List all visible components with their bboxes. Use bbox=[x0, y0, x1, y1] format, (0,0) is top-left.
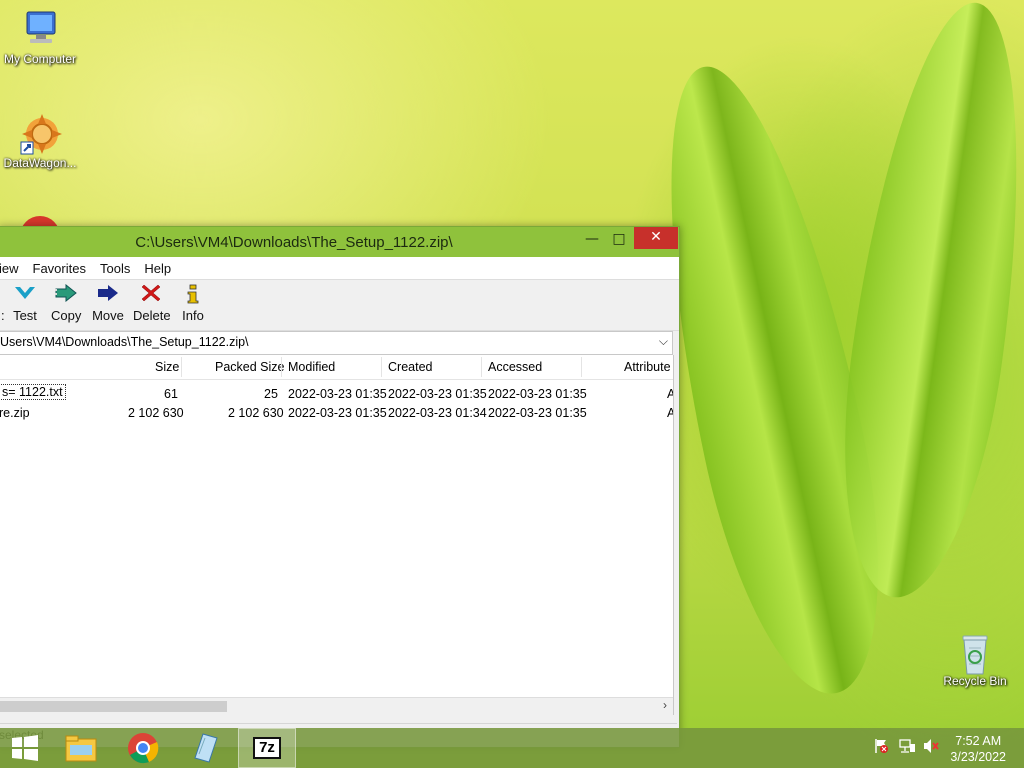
file-list: Size Packed Size Modified Created Access… bbox=[0, 355, 674, 715]
wallpaper-leaf bbox=[818, 0, 1024, 608]
7zip-icon: 7z bbox=[253, 737, 281, 759]
clock-time: 7:52 AM bbox=[955, 734, 1002, 748]
delete-icon bbox=[133, 284, 169, 306]
file-name: s= 1122.txt bbox=[0, 384, 66, 400]
datawagon-icon bbox=[19, 112, 62, 155]
menu-bar: iew Favorites Tools Help bbox=[0, 257, 679, 280]
window-titlebar[interactable]: C:\Users\VM4\Downloads\The_Setup_1122.zi… bbox=[0, 227, 679, 257]
computer-icon bbox=[19, 8, 61, 50]
minimize-button[interactable]: — bbox=[579, 229, 605, 249]
toolbar: : Test Copy Move Delete Info bbox=[0, 280, 679, 331]
path-text: Users\VM4\Downloads\The_Setup_1122.zip\ bbox=[0, 335, 249, 349]
7zip-icon-label: 7z bbox=[259, 739, 275, 756]
close-button[interactable]: ✕ bbox=[634, 227, 678, 249]
file-attributes: A bbox=[667, 406, 673, 420]
file-size: 2 102 630 bbox=[128, 406, 184, 420]
column-header-modified[interactable]: Modified bbox=[288, 360, 335, 374]
toolbar-label: Info bbox=[182, 308, 204, 323]
file-accessed: 2022-03-23 01:35 bbox=[488, 406, 587, 420]
move-button[interactable]: Move bbox=[92, 284, 124, 323]
toolbar-partial-button[interactable]: : bbox=[1, 284, 5, 323]
recycle-bin-icon bbox=[954, 630, 996, 675]
network-icon[interactable] bbox=[898, 738, 916, 758]
system-clock[interactable]: 7:52 AM 3/23/2022 bbox=[950, 733, 1006, 765]
file-packed-size: 2 102 630 bbox=[228, 406, 284, 420]
path-combobox[interactable]: Users\VM4\Downloads\The_Setup_1122.zip\ … bbox=[0, 331, 673, 355]
toolbar-label: Test bbox=[13, 308, 37, 323]
desktop-icon-my-computer[interactable]: My Computer bbox=[0, 8, 80, 66]
delete-button[interactable]: Delete bbox=[133, 284, 171, 323]
horizontal-scrollbar[interactable]: › bbox=[0, 697, 673, 715]
file-created: 2022-03-23 01:35 bbox=[388, 387, 487, 401]
volume-muted-icon[interactable] bbox=[922, 738, 940, 758]
taskbar: 7z 7:52 AM 3/23/2022 bbox=[0, 728, 1024, 768]
start-button[interactable] bbox=[0, 728, 50, 768]
file-packed-size: 25 bbox=[264, 387, 278, 401]
table-row[interactable]: re.zip 2 102 630 2 102 630 2022-03-23 01… bbox=[0, 401, 673, 420]
file-attributes: A bbox=[667, 387, 673, 401]
copy-button[interactable]: Copy bbox=[51, 283, 82, 323]
info-button[interactable]: Info bbox=[181, 284, 205, 323]
column-header-packed-size[interactable]: Packed Size bbox=[215, 360, 284, 374]
test-icon bbox=[13, 284, 37, 306]
column-header-attributes[interactable]: Attribute bbox=[624, 360, 671, 374]
toolbar-partial-label: : bbox=[1, 308, 5, 323]
menu-favorites[interactable]: Favorites bbox=[33, 261, 86, 276]
test-button[interactable]: Test bbox=[13, 284, 37, 323]
column-header-size[interactable]: Size bbox=[155, 360, 179, 374]
menu-view[interactable]: iew bbox=[0, 261, 19, 276]
scroll-right-icon[interactable]: › bbox=[663, 698, 667, 712]
toolbar-label: Copy bbox=[51, 308, 82, 323]
toolbar-label: Delete bbox=[133, 308, 171, 323]
7zip-window: C:\Users\VM4\Downloads\The_Setup_1122.zi… bbox=[0, 226, 680, 748]
desktop-icon-datawagon[interactable]: DataWagon... bbox=[0, 112, 80, 170]
menu-tools[interactable]: Tools bbox=[100, 261, 130, 276]
file-size: 61 bbox=[164, 387, 178, 401]
info-icon bbox=[181, 284, 205, 306]
taskbar-file-explorer[interactable] bbox=[52, 728, 110, 768]
scrollbar-thumb[interactable] bbox=[0, 701, 227, 712]
file-modified: 2022-03-23 01:35 bbox=[288, 387, 387, 401]
column-header-accessed[interactable]: Accessed bbox=[488, 360, 542, 374]
chevron-down-icon[interactable]: ⌵ bbox=[659, 334, 668, 349]
menu-help[interactable]: Help bbox=[144, 261, 171, 276]
taskbar-7zip[interactable]: 7z bbox=[238, 728, 296, 768]
start-icon bbox=[12, 735, 38, 761]
column-header-row: Size Packed Size Modified Created Access… bbox=[0, 355, 673, 380]
maximize-button[interactable]: □ bbox=[606, 229, 632, 249]
chrome-icon bbox=[128, 733, 159, 764]
file-accessed: 2022-03-23 01:35 bbox=[488, 387, 587, 401]
copy-icon bbox=[51, 283, 81, 306]
window-title: C:\Users\VM4\Downloads\The_Setup_1122.zi… bbox=[135, 234, 453, 251]
desktop-icon-label: DataWagon... bbox=[3, 156, 77, 170]
file-name: re.zip bbox=[0, 406, 30, 420]
toolbar-label: Move bbox=[92, 308, 124, 323]
column-header-created[interactable]: Created bbox=[388, 360, 432, 374]
file-modified: 2022-03-23 01:35 bbox=[288, 406, 387, 420]
desktop-icon-label: My Computer bbox=[3, 52, 77, 66]
taskbar-notepad[interactable] bbox=[176, 728, 234, 768]
move-icon bbox=[92, 284, 124, 306]
desktop-icon-recycle-bin[interactable]: Recycle Bin bbox=[935, 630, 1015, 688]
action-center-icon[interactable] bbox=[873, 738, 889, 758]
desktop-icon-label: Recycle Bin bbox=[943, 674, 1007, 688]
taskbar-chrome[interactable] bbox=[114, 728, 172, 768]
notepad-icon bbox=[194, 733, 218, 763]
file-created: 2022-03-23 01:34 bbox=[388, 406, 487, 420]
clock-date: 3/23/2022 bbox=[950, 750, 1006, 764]
table-row[interactable]: s= 1122.txt 61 25 2022-03-23 01:35 2022-… bbox=[0, 382, 673, 401]
file-explorer-icon bbox=[65, 735, 97, 762]
